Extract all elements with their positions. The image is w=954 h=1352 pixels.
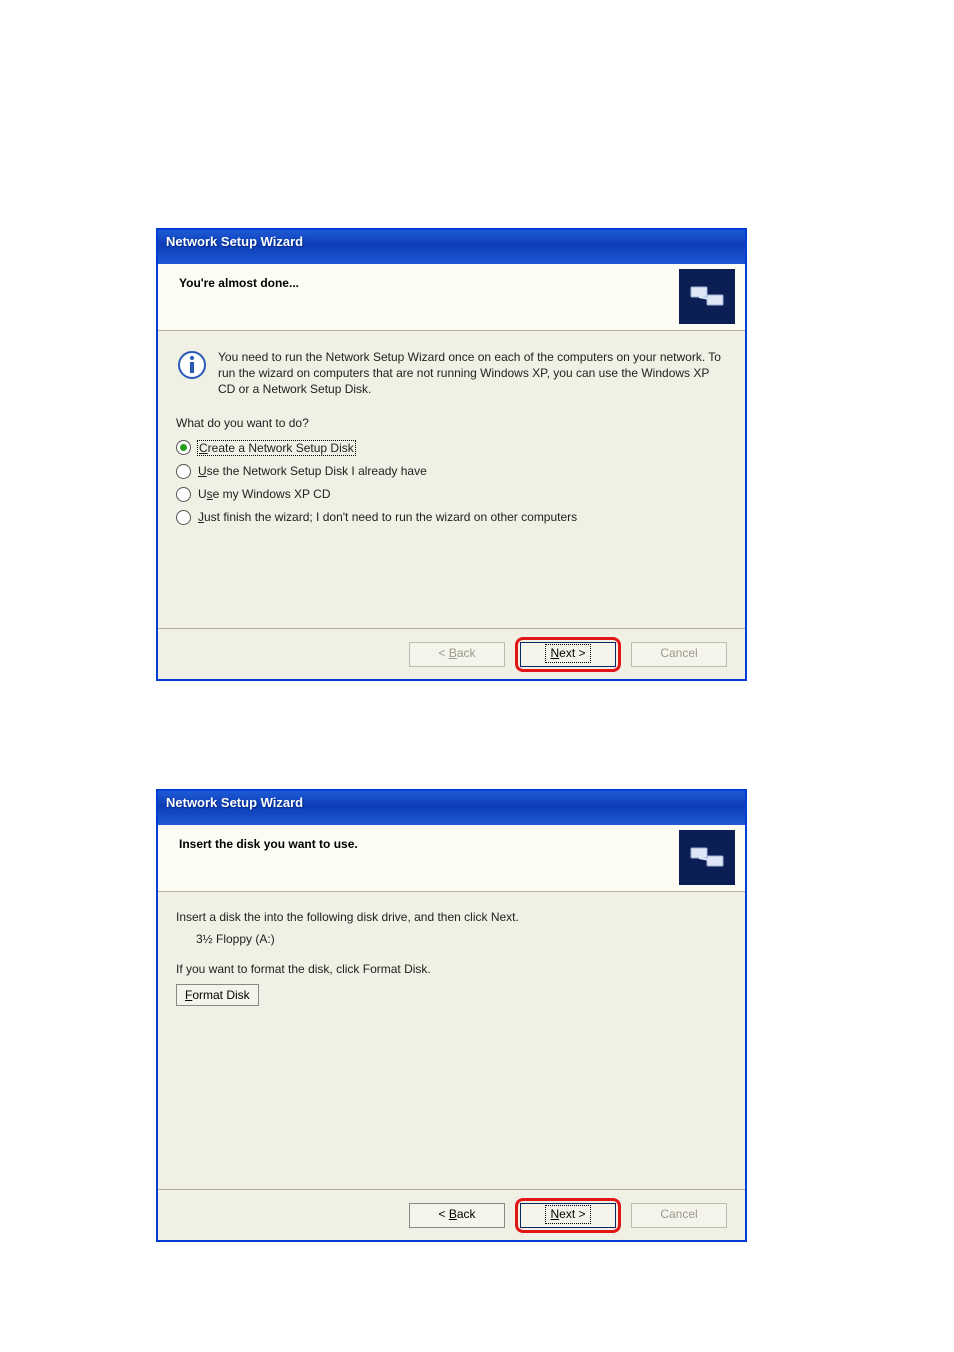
back-button[interactable]: < Back [409,1203,505,1228]
network-icon [679,830,735,885]
info-text: You need to run the Network Setup Wizard… [218,349,727,398]
network-setup-wizard-step-almost-done: Network Setup Wizard You're almost done.… [156,228,747,681]
option-label: Use my Windows XP CD [197,487,331,501]
radio-icon [176,440,191,455]
radio-icon [176,510,191,525]
next-button-highlight: Next > [515,1198,621,1233]
info-icon [176,349,208,381]
wizard-body: Insert a disk the into the following dis… [158,892,745,1006]
wizard-header: Insert the disk you want to use. [158,825,745,892]
format-disk-button[interactable]: Format Disk [176,984,259,1006]
network-setup-wizard-step-insert-disk: Network Setup Wizard Insert the disk you… [156,789,747,1242]
question-text: What do you want to do? [176,416,727,430]
wizard-footer: < Back Next > Cancel [158,628,745,679]
next-button[interactable]: Next > [520,1203,616,1228]
option-create-disk[interactable]: Create a Network Setup Disk [176,440,727,456]
title-bar: Network Setup Wizard [158,791,745,825]
radio-icon [176,487,191,502]
cancel-button: Cancel [631,1203,727,1228]
wizard-footer: < Back Next > Cancel [158,1189,745,1240]
back-button: < Back [409,642,505,667]
next-button-highlight: Next > [515,637,621,672]
instruction-line-1: Insert a disk the into the following dis… [176,910,727,924]
instruction-line-2: If you want to format the disk, click Fo… [176,962,727,976]
drive-name: 3½ Floppy (A:) [196,932,727,946]
next-button[interactable]: Next > [520,642,616,667]
window-title: Network Setup Wizard [166,795,303,810]
option-label: Create a Network Setup Disk [197,440,356,456]
option-label: Use the Network Setup Disk I already hav… [197,464,428,478]
network-icon [679,269,735,324]
cancel-button: Cancel [631,642,727,667]
page-title: Insert the disk you want to use. [179,837,358,851]
option-just-finish[interactable]: Just finish the wizard; I don't need to … [176,510,727,525]
page-title: You're almost done... [179,276,299,290]
radio-icon [176,464,191,479]
window-title: Network Setup Wizard [166,234,303,249]
network-computers-icon [687,838,727,878]
option-use-existing-disk[interactable]: Use the Network Setup Disk I already hav… [176,464,727,479]
option-use-xp-cd[interactable]: Use my Windows XP CD [176,487,727,502]
network-computers-icon [687,277,727,317]
wizard-header: You're almost done... [158,264,745,331]
title-bar: Network Setup Wizard [158,230,745,264]
option-label: Just finish the wizard; I don't need to … [197,510,578,524]
wizard-body: You need to run the Network Setup Wizard… [158,331,745,525]
